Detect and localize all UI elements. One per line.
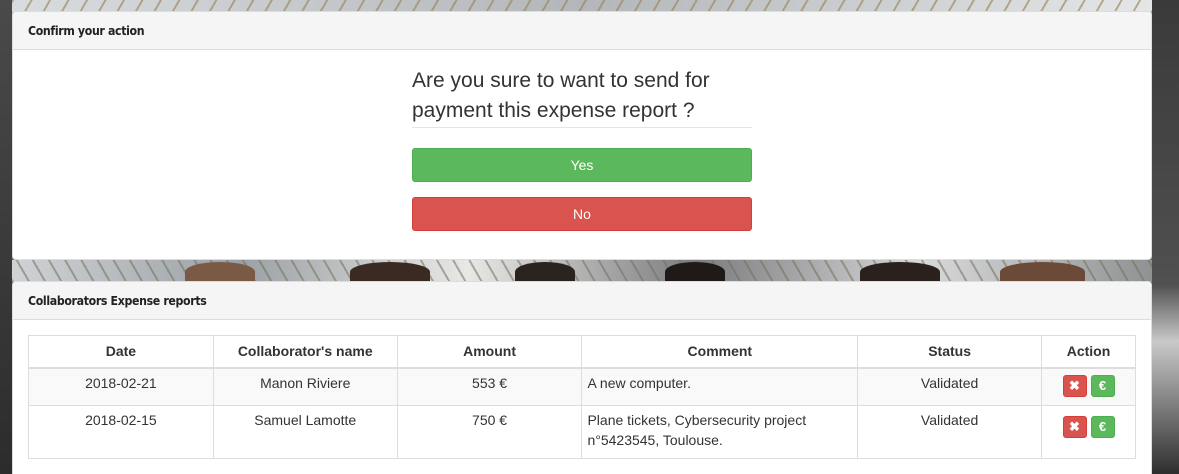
cell-action: ✖ € [1041, 404, 1136, 459]
cell-comment: Plane tickets, Cybersecurity project n°5… [581, 404, 859, 459]
cell-status: Validated [857, 404, 1043, 459]
yes-button[interactable]: Yes [412, 148, 752, 182]
column-header-status[interactable]: Status [857, 335, 1043, 369]
expense-reports-table: Date Collaborator's name Amount Comment … [28, 335, 1136, 459]
confirm-question: Are you sure to want to send for payment… [412, 69, 710, 122]
confirm-panel-body: Are you sure to want to send for payment… [13, 50, 1151, 259]
divider [412, 127, 752, 128]
background-person [665, 262, 725, 282]
table-row: 2018-02-15 Samuel Lamotte 750 € Plane ti… [28, 404, 1136, 459]
background-person [1000, 262, 1085, 282]
cell-name: Samuel Lamotte [212, 404, 398, 459]
euro-icon[interactable]: € [1090, 415, 1115, 438]
background-person [515, 262, 575, 282]
confirm-action-panel: Confirm your action Are you sure to want… [12, 11, 1152, 260]
cell-status: Validated [857, 367, 1043, 406]
table-row: 2018-02-21 Manon Riviere 553 € A new com… [28, 367, 1136, 406]
euro-icon[interactable]: € [1090, 374, 1115, 397]
column-header-amount[interactable]: Amount [396, 335, 583, 369]
confirm-panel-heading: Confirm your action [13, 12, 1151, 50]
cell-amount: 750 € [396, 404, 583, 459]
cell-comment: A new computer. [581, 367, 859, 406]
delete-icon[interactable]: ✖ [1062, 374, 1087, 397]
cell-amount: 553 € [396, 367, 583, 406]
no-button[interactable]: No [412, 197, 752, 231]
background-person [350, 262, 430, 282]
column-header-action: Action [1041, 335, 1136, 369]
background-photo-left [0, 0, 12, 474]
cell-date: 2018-02-15 [28, 404, 214, 459]
reports-panel-body: Date Collaborator's name Amount Comment … [13, 320, 1151, 474]
background-photo-strip [12, 260, 1152, 282]
table-header-row: Date Collaborator's name Amount Comment … [28, 335, 1136, 369]
column-header-name[interactable]: Collaborator's name [212, 335, 398, 369]
delete-icon[interactable]: ✖ [1062, 415, 1087, 438]
background-person [185, 262, 255, 282]
expense-reports-panel: Collaborators Expense reports Date Colla… [12, 281, 1152, 474]
background-person [860, 262, 940, 282]
cell-action: ✖ € [1041, 367, 1136, 406]
cell-date: 2018-02-21 [28, 367, 214, 406]
column-header-date[interactable]: Date [28, 335, 214, 369]
cell-name: Manon Riviere [212, 367, 398, 406]
reports-panel-title: Collaborators Expense reports [28, 293, 207, 308]
reports-panel-heading: Collaborators Expense reports [13, 282, 1151, 320]
background-photo-right [1152, 0, 1179, 474]
confirm-panel-title: Confirm your action [28, 23, 145, 38]
column-header-comment[interactable]: Comment [581, 335, 859, 369]
